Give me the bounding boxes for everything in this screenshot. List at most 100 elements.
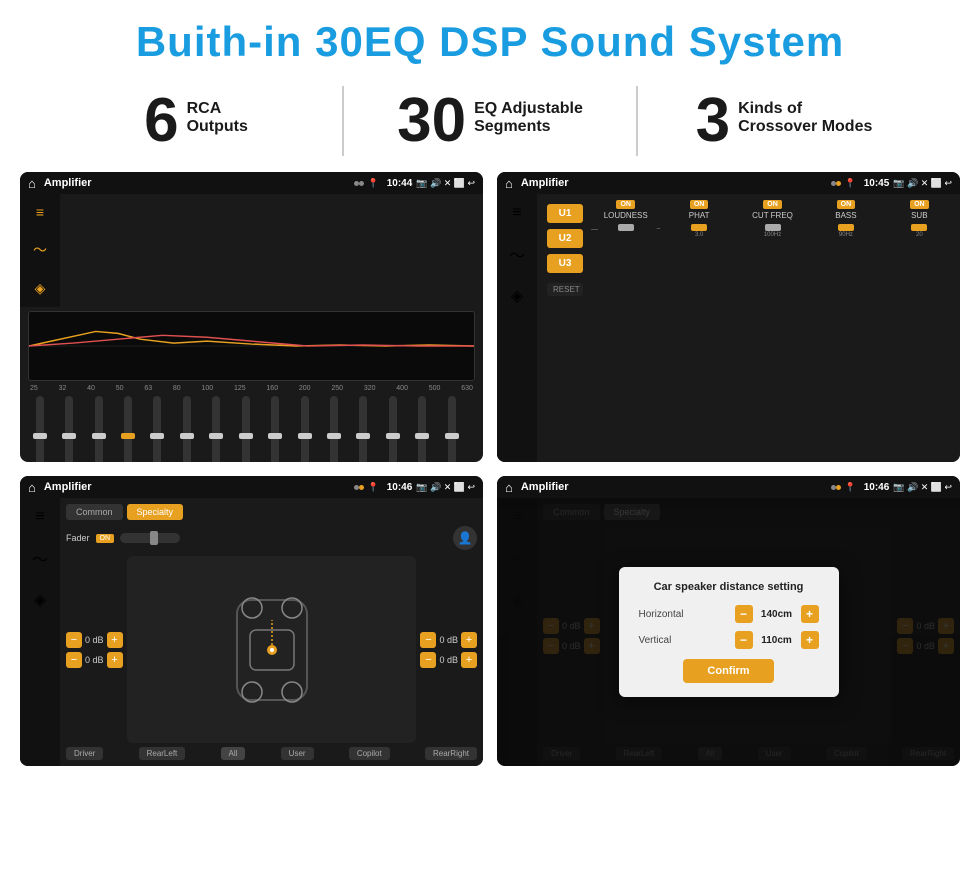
xover-phat-label: PHAT (689, 211, 710, 220)
stat-rca: 6 RCA Outputs (60, 90, 332, 152)
fader-left-vol2: − 0 dB + (66, 652, 123, 668)
fader-tabs: Common Specialty (66, 504, 477, 520)
fader-left-vol2-minus[interactable]: − (66, 652, 82, 668)
eq-sidebar-icon3[interactable]: ◈ (35, 280, 46, 297)
fader-person-icon[interactable]: 👤 (453, 526, 477, 550)
fader-sidebar-icon1[interactable]: ≡ (35, 508, 44, 526)
stat-eq-line1: EQ Adjustable (474, 100, 583, 118)
fader-sidebar-icon2[interactable]: 〜 (32, 546, 48, 570)
eq-slider-4: 0 (146, 396, 169, 462)
dialog-title: Car speaker distance setting (639, 581, 819, 593)
dialog-vertical-row: Vertical − 110cm + (639, 631, 819, 649)
fader-left-vol1-minus[interactable]: − (66, 632, 82, 648)
xover-sidebar-icon1[interactable]: ≡ (512, 204, 521, 222)
dialog-vertical-plus[interactable]: + (801, 631, 819, 649)
eq-sidebar-icon2[interactable]: 〜 (33, 240, 47, 260)
fader-right-vol2: − 0 dB + (420, 652, 477, 668)
fader-home-icon[interactable]: ⌂ (28, 480, 36, 495)
xover-bass-on[interactable]: ON (837, 200, 856, 209)
fader-location-icon: 📍 (368, 482, 379, 493)
dialog-horizontal-row: Horizontal − 140cm + (639, 605, 819, 623)
fader-left-vol1: − 0 dB + (66, 632, 123, 648)
fader-label-row: Fader ON 👤 (66, 526, 477, 550)
xover-bass-label: BASS (835, 211, 856, 220)
fader-user-btn[interactable]: User (281, 747, 314, 760)
xover-app-title: Amplifier (521, 177, 831, 189)
fader-driver-btn[interactable]: Driver (66, 747, 103, 760)
eq-slider-5: 0 (175, 396, 198, 462)
stat-rca-number: 6 (144, 90, 178, 152)
eq-slider-8: 0 (263, 396, 286, 462)
fader-center-area: − 0 dB + − 0 dB + (66, 556, 477, 743)
fader-label: Fader (66, 533, 90, 543)
xover-loudness-on[interactable]: ON (616, 200, 635, 209)
xover-dot1 (831, 181, 836, 186)
stat-eq-line2: Segments (474, 118, 583, 136)
fader-left-vol2-plus[interactable]: + (107, 652, 123, 668)
xover-cutfreq-label: CUT FREQ (752, 211, 793, 220)
fader-copilot-btn[interactable]: Copilot (349, 747, 390, 760)
fader-right-vol1-minus[interactable]: − (420, 632, 436, 648)
dist-status-icons: 📷 🔊 ✕ ⬜ ↩ (893, 482, 952, 493)
home-icon[interactable]: ⌂ (28, 176, 36, 191)
fader-right-vol2-plus[interactable]: + (461, 652, 477, 668)
xover-home-icon[interactable]: ⌂ (505, 176, 513, 191)
stat-crossover: 3 Kinds of Crossover Modes (648, 90, 920, 152)
eq-sidebar-icon1[interactable]: ≡ (36, 204, 44, 220)
eq-main: 2532405063 80100125160200 25032040050063… (20, 307, 483, 462)
eq-slider-0: 0 (28, 396, 51, 462)
fader-all-btn[interactable]: All (221, 747, 246, 760)
xover-u2-btn[interactable]: U2 (547, 229, 583, 248)
fader-status-icons: 📷 🔊 ✕ ⬜ ↩ (416, 482, 475, 493)
xover-ch-phat: ON PHAT G3.0 (664, 200, 733, 238)
fader-right-vol1-plus[interactable]: + (461, 632, 477, 648)
fader-rearleft-btn[interactable]: RearLeft (139, 747, 186, 760)
eq-slider-3: 5 (116, 396, 139, 462)
xover-sidebar-icon3[interactable]: ◈ (511, 286, 523, 306)
dialog-horizontal-minus[interactable]: − (735, 605, 753, 623)
xover-ch-loudness: ON LOUDNESS —~ (591, 200, 660, 233)
eq-location-icon: 📍 (368, 178, 379, 189)
xover-ch-cutfreq: ON CUT FREQ F G100Hz (738, 200, 807, 238)
xover-sidebar-icon2[interactable]: 〜 (509, 242, 525, 266)
dist-app-title: Amplifier (521, 481, 831, 493)
eq-slider-9: 0 (293, 396, 316, 462)
stat-divider-1 (342, 86, 344, 156)
eq-time: 10:44 (387, 178, 413, 189)
xover-phat-on[interactable]: ON (690, 200, 709, 209)
fader-tab-specialty[interactable]: Specialty (127, 504, 184, 520)
fader-right-vol2-minus[interactable]: − (420, 652, 436, 668)
fader-body: ≡ 〜 ◈ Common Specialty Fader ON 👤 (20, 498, 483, 766)
stat-rca-line1: RCA (187, 100, 248, 118)
dialog-vertical-minus[interactable]: − (735, 631, 753, 649)
distance-dialog: Car speaker distance setting Horizontal … (619, 567, 839, 697)
fader-on-badge[interactable]: ON (96, 534, 115, 543)
stat-divider-2 (636, 86, 638, 156)
xover-channels: ON LOUDNESS —~ ON PHAT G3.0 ON CUT FREQ (591, 200, 954, 456)
dist-time: 10:46 (864, 482, 890, 493)
fader-sidebar-icon3[interactable]: ◈ (34, 590, 46, 610)
fader-right-vol1: − 0 dB + (420, 632, 477, 648)
fader-tab-common[interactable]: Common (66, 504, 123, 520)
dialog-vertical-control: − 110cm + (735, 631, 819, 649)
dialog-horizontal-plus[interactable]: + (801, 605, 819, 623)
fader-left-vol2-val: 0 dB (85, 655, 104, 665)
xover-u3-btn[interactable]: U3 (547, 254, 583, 273)
stat-crossover-line2: Crossover Modes (738, 118, 872, 136)
xover-cutfreq-on[interactable]: ON (763, 200, 782, 209)
fader-sidebar: ≡ 〜 ◈ (20, 498, 60, 766)
xover-u1-btn[interactable]: U1 (547, 204, 583, 223)
xover-location-icon: 📍 (845, 178, 856, 189)
dist-home-icon[interactable]: ⌂ (505, 480, 513, 495)
xover-sub-on[interactable]: ON (910, 200, 929, 209)
car-diagram (127, 556, 417, 743)
fader-rearright-btn[interactable]: RearRight (425, 747, 477, 760)
screenshots-grid: ⌂ Amplifier 📍 10:44 📷 🔊 ✕ ⬜ ↩ ≡ 〜 ◈ (0, 172, 980, 776)
dist-dot1 (831, 485, 836, 490)
dist-status-bar: ⌂ Amplifier 📍 10:46 📷 🔊 ✕ ⬜ ↩ (497, 476, 960, 498)
fader-left-vol1-plus[interactable]: + (107, 632, 123, 648)
dialog-confirm-button[interactable]: Confirm (683, 659, 773, 683)
xover-sidebar: ≡ 〜 ◈ (497, 194, 537, 462)
eq-slider-6: 0 (205, 396, 228, 462)
xover-reset-btn[interactable]: RESET (547, 283, 583, 296)
